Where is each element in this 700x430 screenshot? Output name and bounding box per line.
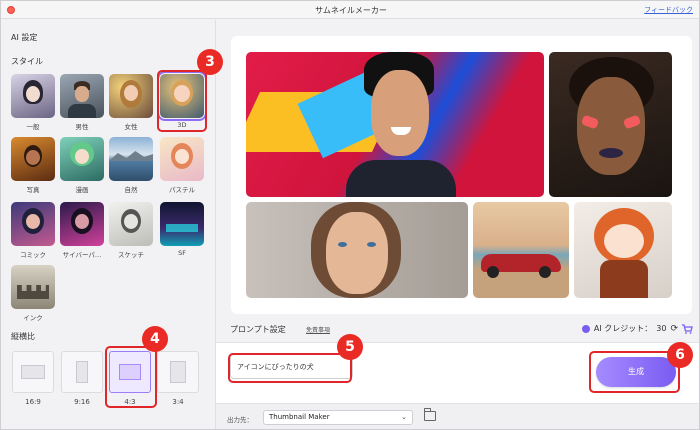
callout-badge-4: 4 — [142, 326, 168, 352]
style-item-cyberpunk[interactable]: サイバーパ… — [59, 202, 105, 259]
style-label-sf: SF — [178, 249, 186, 257]
style-thumb-comic — [11, 202, 55, 246]
ratio-box-9-16 — [61, 351, 103, 393]
ratio-label-9-16: 9:16 — [74, 398, 90, 406]
style-label-cyberpunk: サイバーパ… — [62, 251, 102, 259]
ratio-label-3-4: 3:4 — [172, 398, 184, 406]
car-wheel — [539, 266, 551, 278]
feedback-link[interactable]: フィードバック — [644, 5, 693, 15]
ratio-shape-9-16 — [76, 361, 88, 383]
sample-image-portrait-woman — [246, 202, 468, 298]
style-item-general[interactable]: 一般 — [10, 74, 56, 131]
ratio-option-3-4[interactable]: 3:4 — [156, 351, 200, 406]
ratio-option-16-9[interactable]: 16:9 — [11, 351, 55, 406]
sample-image-portrait-man — [246, 52, 544, 197]
aspect-ratio-label: 縦横比 — [11, 332, 35, 341]
prompt-settings-title: プロンプト設定 — [230, 325, 286, 334]
chevron-down-icon: ⌄ — [401, 413, 407, 421]
folder-icon[interactable] — [424, 408, 436, 421]
callout-highlight-3d — [157, 70, 207, 132]
style-label-comic: コミック — [20, 251, 46, 259]
sample-image-face-paint — [549, 52, 672, 197]
face — [371, 70, 429, 156]
car-wheel — [487, 266, 499, 278]
lips — [599, 148, 623, 158]
style-thumb-manga — [60, 137, 104, 181]
callout-highlight-ratio — [105, 346, 157, 408]
style-label-manga: 漫画 — [75, 186, 89, 194]
style-item-nature[interactable]: 自然 — [108, 137, 154, 194]
ratio-label-16-9: 16:9 — [25, 398, 41, 406]
jacket — [346, 160, 456, 197]
style-thumb-female — [109, 74, 153, 118]
style-thumb-general — [11, 74, 55, 118]
ai-credit-value: 30 — [656, 324, 667, 333]
face — [326, 212, 388, 294]
callout-badge-6: 6 — [667, 342, 693, 368]
style-item-pastel[interactable]: パステル — [159, 137, 205, 194]
ratio-shape-16-9 — [21, 365, 45, 379]
eye — [367, 242, 376, 247]
style-thumb-photo — [11, 137, 55, 181]
ai-credit-icon — [581, 324, 590, 333]
style-thumb-sketch — [109, 202, 153, 246]
callout-badge-3: 3 — [197, 49, 223, 75]
style-label-male: 男性 — [75, 123, 89, 131]
ratio-shape-3-4 — [170, 361, 186, 383]
callout-badge-5: 5 — [337, 334, 363, 360]
style-thumb-nature — [109, 137, 153, 181]
style-item-manga[interactable]: 漫画 — [59, 137, 105, 194]
style-label-nature: 自然 — [124, 186, 138, 194]
style-label-ink: インク — [23, 314, 43, 322]
style-item-male[interactable]: 男性 — [59, 74, 105, 131]
eye — [338, 242, 347, 247]
style-label-female: 女性 — [124, 123, 138, 131]
style-thumb-cyberpunk — [60, 202, 104, 246]
face — [604, 224, 644, 258]
style-thumb-pastel — [160, 137, 204, 181]
style-thumb-sf — [160, 202, 204, 246]
armor — [600, 260, 648, 298]
ai-credit-label: AI クレジット： — [593, 324, 653, 333]
titlebar: サムネイルメーカー フィードバック — [1, 1, 699, 19]
style-item-female[interactable]: 女性 — [108, 74, 154, 131]
output-folder-value: Thumbnail Maker — [269, 413, 330, 421]
window-title: サムネイルメーカー — [315, 6, 387, 15]
style-label-photo: 写真 — [26, 186, 40, 194]
ratio-box-16-9 — [12, 351, 54, 393]
disclaimer-link[interactable]: 免責事項 — [306, 325, 330, 334]
style-thumb-ink — [11, 265, 55, 309]
ai-credit: AI クレジット： 30 ⟳ — [581, 323, 693, 334]
style-thumb-male — [60, 74, 104, 118]
style-label-general: 一般 — [26, 123, 40, 131]
callout-highlight-prompt — [228, 353, 352, 383]
style-item-sketch[interactable]: スケッチ — [108, 202, 154, 259]
sample-image-car — [473, 202, 569, 298]
style-item-ink[interactable]: インク — [10, 265, 56, 322]
ratio-box-3-4 — [157, 351, 199, 393]
output-folder-select[interactable]: Thumbnail Maker ⌄ — [263, 410, 413, 425]
output-label: 出力先： — [227, 416, 253, 424]
sample-image-chibi — [574, 202, 672, 298]
sample-gallery — [231, 36, 692, 314]
cart-icon[interactable] — [682, 323, 693, 334]
style-label-sketch: スケッチ — [118, 251, 144, 259]
ai-settings-label: AI 設定 — [11, 33, 38, 42]
refresh-icon[interactable]: ⟳ — [670, 324, 678, 334]
style-item-photo[interactable]: 写真 — [10, 137, 56, 194]
style-label: スタイル — [11, 57, 43, 66]
footer-bar: 出力先： Thumbnail Maker ⌄ — [216, 404, 699, 429]
style-label-pastel: パステル — [169, 186, 195, 194]
ratio-option-9-16[interactable]: 9:16 — [60, 351, 104, 406]
style-item-comic[interactable]: コミック — [10, 202, 56, 259]
style-item-sf[interactable]: SF — [159, 202, 205, 257]
app-window: サムネイルメーカー フィードバック AI 設定 スタイル 一般 男性 女性 3D… — [0, 0, 700, 430]
